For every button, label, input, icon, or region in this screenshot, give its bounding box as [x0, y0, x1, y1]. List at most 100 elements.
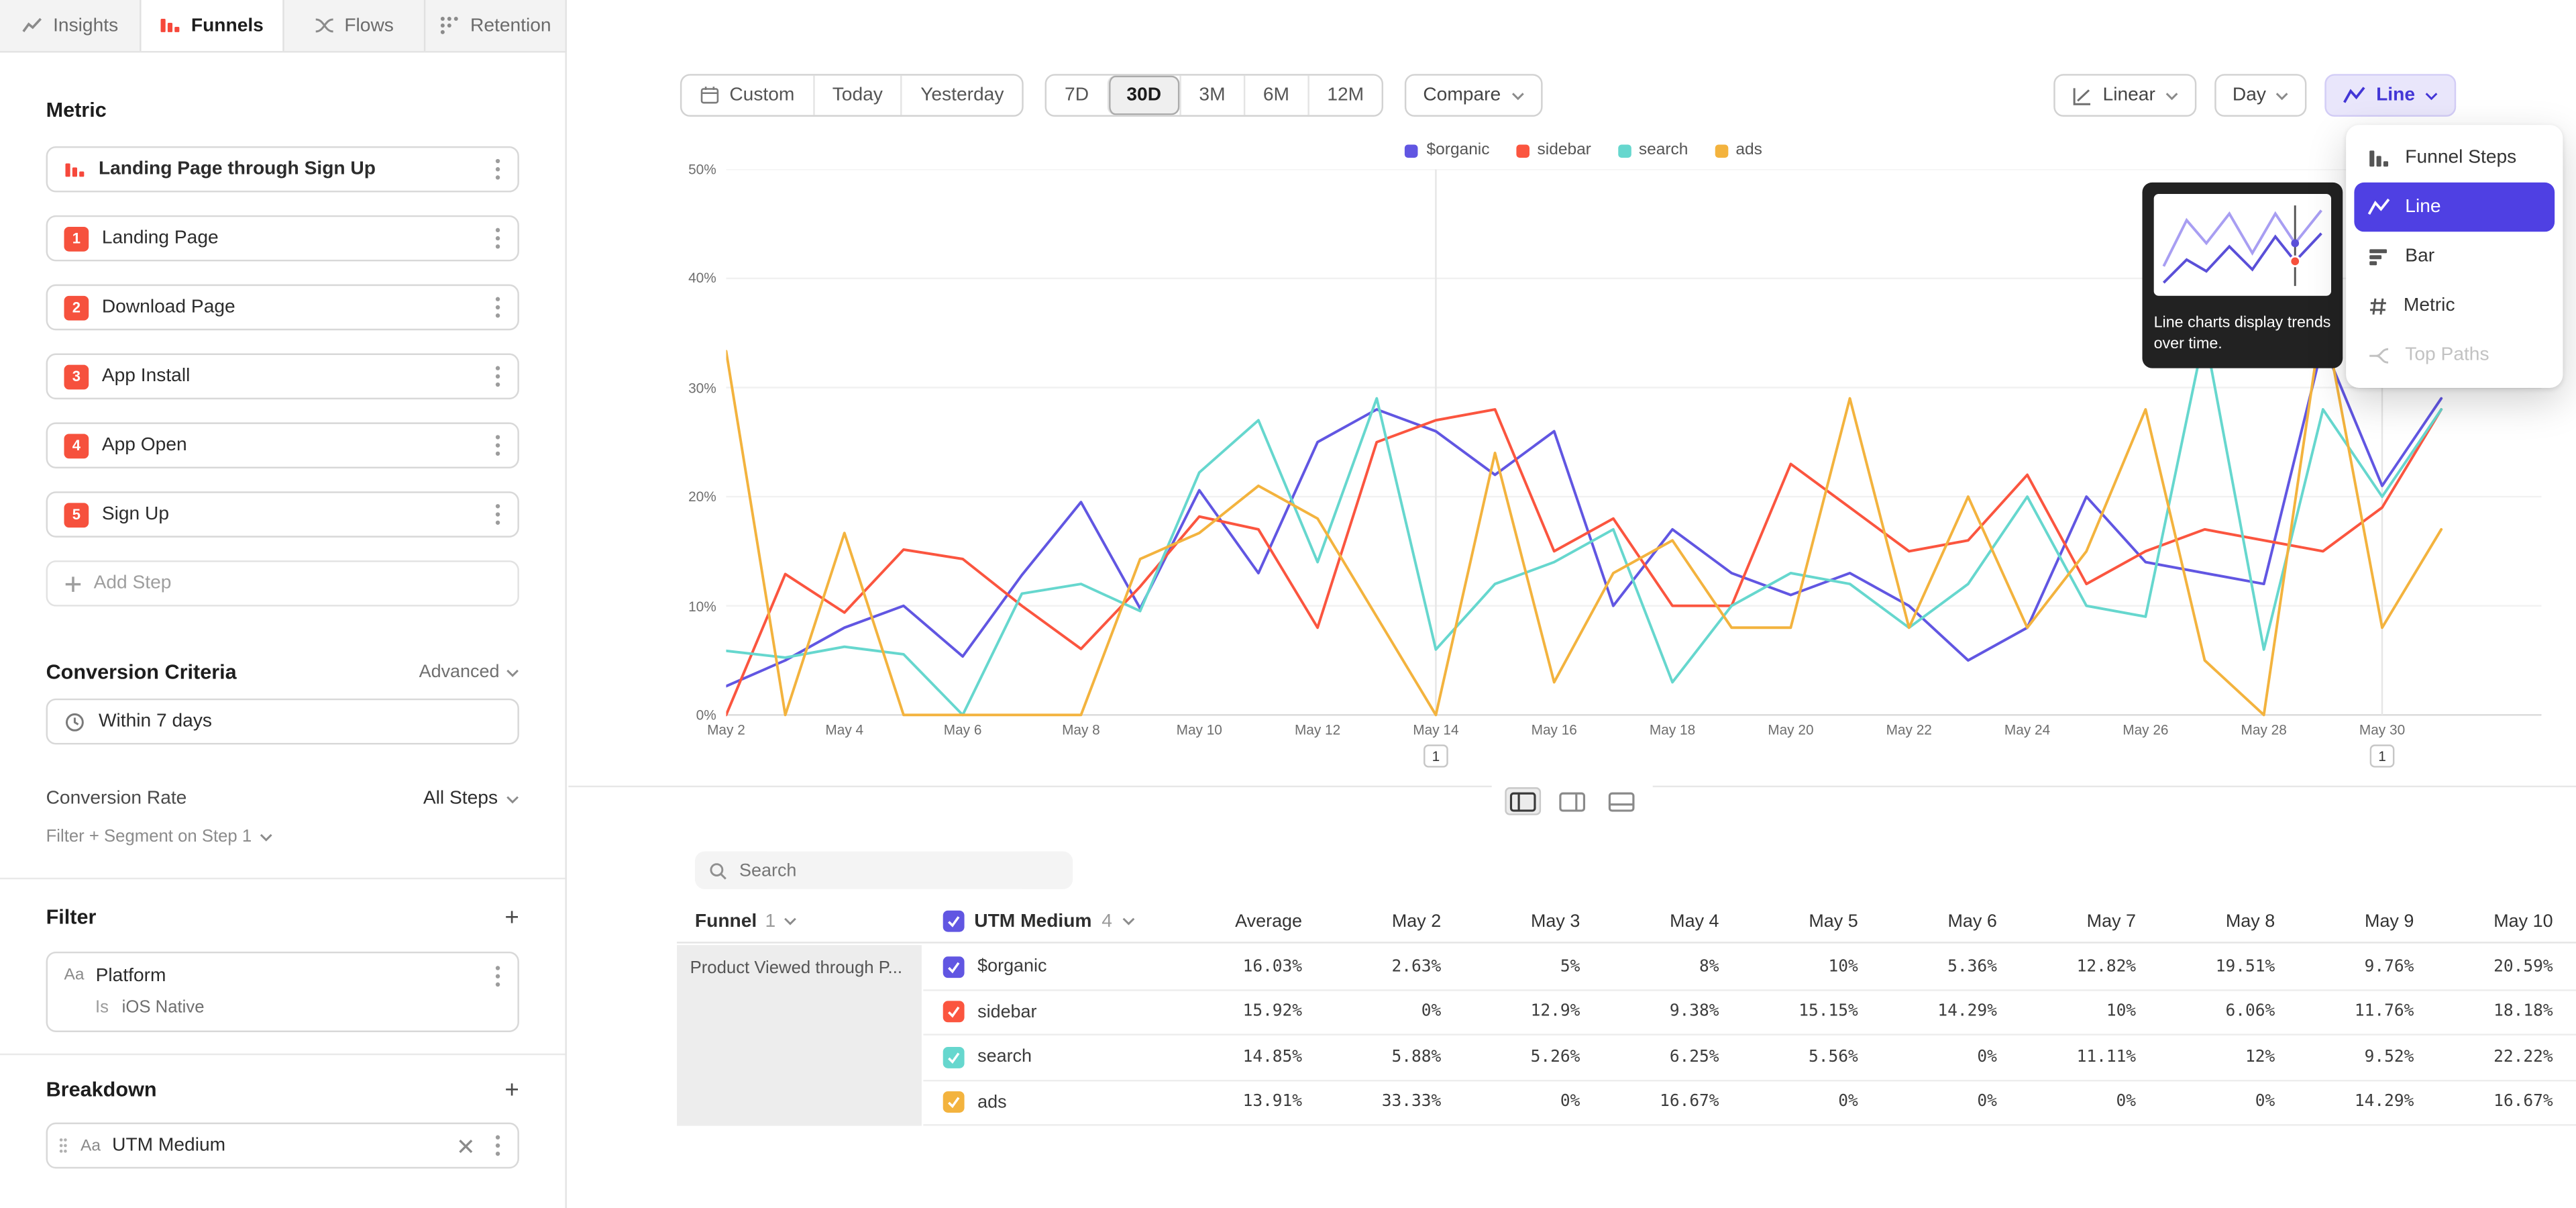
legend-swatch	[1715, 144, 1728, 157]
add-filter-button[interactable]: +	[504, 908, 519, 927]
tab-insights[interactable]: Insights	[0, 0, 142, 51]
drag-handle-icon[interactable]	[58, 1136, 69, 1155]
kebab-menu-icon[interactable]	[494, 1134, 501, 1157]
funnel-step-2[interactable]: 2Download Page	[46, 285, 519, 331]
funnel-column-dropdown[interactable]: Funnel 1	[677, 911, 923, 931]
series-checkbox[interactable]	[943, 1001, 965, 1023]
all-steps-dropdown[interactable]: All Steps	[423, 789, 519, 809]
series-checkbox[interactable]	[943, 956, 965, 978]
platform-filter-condition[interactable]: Is iOS Native	[48, 998, 517, 1031]
platform-filter-card[interactable]: Aa Platform Is iOS Native	[46, 952, 519, 1032]
tab-retention[interactable]: Retention	[425, 0, 566, 51]
legend-swatch	[1405, 144, 1419, 157]
advanced-dropdown[interactable]: Advanced	[419, 660, 519, 685]
value-cell: 10%	[1719, 958, 1858, 976]
filter-segment-dropdown[interactable]: Filter + Segment on Step 1	[46, 825, 519, 848]
legend-swatch	[1516, 144, 1529, 157]
search-input[interactable]	[739, 860, 1060, 880]
chart-type-tooltip: Line charts display trends over time.	[2142, 183, 2343, 368]
kebab-menu-icon[interactable]	[494, 365, 501, 388]
legend-item-search[interactable]: search	[1617, 142, 1688, 160]
today-button[interactable]: Today	[812, 76, 900, 115]
step-number-badge: 2	[64, 295, 89, 320]
range-3m-button[interactable]: 3M	[1179, 76, 1243, 115]
linear-scale-button[interactable]: Linear	[2053, 74, 2196, 117]
yesterday-button[interactable]: Yesterday	[901, 76, 1022, 115]
layout-split-bottom-button[interactable]	[1603, 787, 1640, 815]
value-cell: 6.25%	[1580, 1048, 1719, 1066]
range-12m-button[interactable]: 12M	[1307, 76, 1382, 115]
funnel-step-1[interactable]: 1Landing Page	[46, 215, 519, 262]
series-name-cell: sidebar	[923, 1001, 1163, 1023]
series-checkbox[interactable]	[943, 1046, 965, 1068]
value-cell: 16.67%	[2414, 1093, 2553, 1111]
metric-icon	[2367, 295, 2389, 317]
filter-heading-label: Filter	[46, 905, 97, 930]
linear-label: Linear	[2103, 85, 2155, 105]
kebab-menu-icon[interactable]	[494, 227, 501, 250]
annotation-badge[interactable]: 1	[1424, 744, 1448, 767]
query-sidebar: Metric Landing Page through Sign Up 1Lan…	[0, 52, 567, 1208]
range-30d-button[interactable]: 30D	[1107, 76, 1179, 115]
utm-breakdown-card[interactable]: Aa UTM Medium	[46, 1123, 519, 1169]
range-6m-button[interactable]: 6M	[1243, 76, 1307, 115]
chart-legend: $organic sidebar search ads	[726, 142, 2441, 160]
kebab-menu-icon[interactable]	[494, 158, 501, 181]
chart-type-button[interactable]: Line	[2325, 74, 2456, 117]
tab-label: Insights	[53, 15, 118, 35]
column-header-may-6: May 6	[1858, 911, 1997, 931]
menu-item-funnel-steps[interactable]: Funnel Steps	[2354, 133, 2555, 182]
tab-funnels[interactable]: Funnels	[142, 0, 283, 51]
funnel-step-3[interactable]: 3App Install	[46, 354, 519, 400]
funnel-step-4[interactable]: 4App Open	[46, 422, 519, 468]
layout-split-right-button[interactable]	[1554, 787, 1591, 815]
table-search[interactable]	[695, 852, 1073, 889]
legend-item-organic[interactable]: $organic	[1405, 142, 1490, 160]
layout-split-left-button[interactable]	[1505, 787, 1541, 815]
close-icon[interactable]	[458, 1138, 473, 1153]
kebab-menu-icon[interactable]	[494, 434, 501, 457]
series-name: search	[977, 1048, 1032, 1067]
funnel-title-card[interactable]: Landing Page through Sign Up	[46, 146, 519, 193]
menu-item-metric[interactable]: Metric	[2354, 281, 2555, 330]
conversion-window-card[interactable]: Within 7 days	[46, 699, 519, 745]
search-icon	[708, 860, 728, 880]
add-breakdown-button[interactable]: +	[504, 1080, 519, 1100]
value-cell: 9.38%	[1580, 1003, 1719, 1021]
chart-type-label: Line	[2376, 85, 2415, 105]
y-tick-label: 20%	[688, 489, 716, 505]
menu-item-bar[interactable]: Bar	[2354, 232, 2555, 281]
menu-item-line[interactable]: Line	[2354, 183, 2555, 232]
custom-date-button[interactable]: Custom	[682, 76, 812, 115]
custom-label: Custom	[729, 85, 794, 105]
step-label: App Install	[102, 366, 494, 386]
series-checkbox[interactable]	[943, 1092, 965, 1113]
compare-button[interactable]: Compare	[1405, 74, 1542, 117]
chevron-down-icon	[784, 917, 797, 925]
all-steps-label: All Steps	[423, 789, 498, 809]
kebab-menu-icon[interactable]	[494, 964, 501, 987]
tab-flows[interactable]: Flows	[283, 0, 425, 51]
select-all-checkbox[interactable]	[943, 911, 965, 932]
funnel-step-5[interactable]: 5Sign Up	[46, 491, 519, 538]
kebab-menu-icon[interactable]	[494, 503, 501, 525]
add-step-button[interactable]: Add Step	[46, 560, 519, 607]
breakdown-column-dropdown[interactable]: UTM Medium 4	[923, 911, 1163, 932]
today-label: Today	[833, 85, 883, 105]
legend-item-sidebar[interactable]: sidebar	[1516, 142, 1591, 160]
annotation-badge[interactable]: 1	[2370, 744, 2395, 767]
metric-heading: Metric	[46, 99, 519, 123]
main-content: Custom Today Yesterday 7D30D3M6M12M Comp…	[568, 0, 2576, 1208]
legend-item-ads[interactable]: ads	[1715, 142, 1762, 160]
menu-item-label: Metric	[2404, 296, 2455, 315]
value-cell: 0%	[1302, 1003, 1441, 1021]
interval-day-button[interactable]: Day	[2214, 74, 2307, 117]
kebab-menu-icon[interactable]	[494, 296, 501, 319]
string-type-icon: Aa	[80, 1136, 101, 1154]
value-cell: 16.03%	[1163, 958, 1302, 976]
y-tick-label: 50%	[688, 161, 716, 177]
funnel-steps-list: 1Landing Page 2Download Page 3App Install 4…	[46, 215, 519, 538]
funnel-group-cell[interactable]: Product Viewed through P...	[677, 945, 922, 1125]
range-7d-button[interactable]: 7D	[1046, 76, 1107, 115]
advanced-label: Advanced	[419, 660, 500, 685]
